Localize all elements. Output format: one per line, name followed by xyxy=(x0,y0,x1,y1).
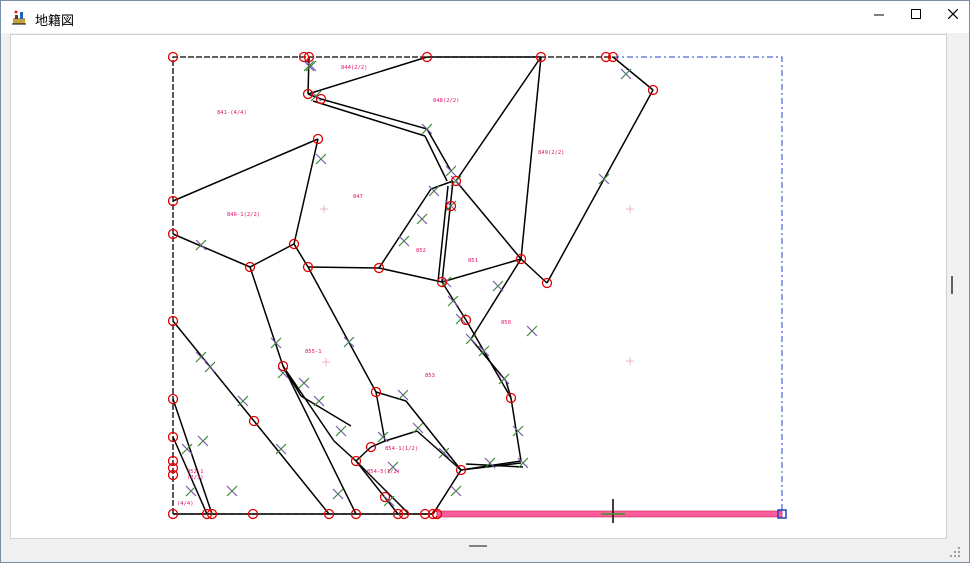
reference-plus-icon xyxy=(320,205,328,213)
cadastral-map-app-icon xyxy=(12,10,26,25)
cross-marker-icon xyxy=(335,425,347,437)
title-bar[interactable]: 地籍図 xyxy=(1,1,969,33)
parcel-line xyxy=(172,233,251,268)
minimize-icon xyxy=(874,14,884,16)
cross-marker-icon xyxy=(526,325,538,337)
cross-marker-icon xyxy=(620,68,632,80)
parcel-label: 850 xyxy=(501,320,511,326)
cross-markers xyxy=(181,60,632,507)
parcel-line xyxy=(520,258,548,284)
close-icon xyxy=(948,9,958,19)
cross-marker-icon xyxy=(492,280,504,292)
cross-marker-icon xyxy=(598,173,610,185)
cross-marker-icon xyxy=(204,361,216,373)
cross-marker-icon xyxy=(313,395,325,407)
vertical-splitter-grip[interactable] xyxy=(951,276,953,294)
parcel-label: 852 xyxy=(416,248,426,254)
window-title: 地籍図 xyxy=(35,14,75,29)
parcel-line xyxy=(307,266,377,393)
parcel-line xyxy=(249,243,295,268)
map-canvas[interactable]: 844(2/2) 841-(4/4) 848(2/2) 849(2/2) 847 846-… xyxy=(10,34,947,539)
cross-marker-icon xyxy=(305,60,317,72)
cross-marker-icon xyxy=(421,123,433,135)
parcel-line xyxy=(282,365,357,515)
parcel-line xyxy=(249,266,284,367)
cross-marker-icon xyxy=(197,435,209,447)
parcel-line xyxy=(405,400,462,471)
parcel-label: 846-1(2/2) xyxy=(227,212,260,218)
cross-marker-icon xyxy=(315,153,327,165)
minimize-button[interactable] xyxy=(859,1,899,27)
parcel-label: 855-1 xyxy=(305,349,322,355)
parcel-label: 841-(4/4) xyxy=(217,110,247,116)
cross-marker-icon xyxy=(298,377,310,389)
parcel-label: (2/3) xyxy=(187,475,204,481)
parcel-label: 853 xyxy=(425,373,435,379)
reference-plus-icon xyxy=(626,205,634,213)
parcel-line xyxy=(293,138,319,245)
parcel-label: 854-1(1/2) xyxy=(385,446,418,452)
parcel-line xyxy=(430,180,454,190)
cross-marker-icon xyxy=(185,485,197,497)
parcel-line xyxy=(172,138,319,202)
maximize-button[interactable] xyxy=(896,1,936,27)
cross-marker-icon xyxy=(226,485,238,497)
reference-plus-icon xyxy=(322,358,330,366)
parcel-line xyxy=(441,281,467,321)
parcel-label: 851 xyxy=(468,258,478,264)
parcel-line xyxy=(455,56,542,182)
parcel-line xyxy=(355,446,372,462)
reference-plus-icon xyxy=(626,357,634,365)
parcel-line xyxy=(282,365,335,442)
parcel-line xyxy=(384,430,418,442)
parcel-line xyxy=(378,188,432,269)
parcel-line xyxy=(546,89,654,284)
cross-marker-icon xyxy=(237,395,249,407)
cross-marker-icon xyxy=(332,488,344,500)
parcel-line xyxy=(378,267,443,283)
dashed-frame xyxy=(613,56,783,514)
parcel-line xyxy=(307,266,380,269)
parcel-line xyxy=(455,180,522,260)
parcel-label: 849(2/2) xyxy=(538,150,565,156)
parcel-line xyxy=(520,56,542,260)
parcel-line xyxy=(300,395,352,427)
parcel-labels: 844(2/2) 841-(4/4) 848(2/2) 849(2/2) 847 846-… xyxy=(177,65,634,507)
parcel-line xyxy=(312,100,426,137)
resize-grip-icon[interactable] xyxy=(949,546,961,558)
cross-marker-icon xyxy=(343,336,355,348)
cadastral-map[interactable]: 844(2/2) 841-(4/4) 848(2/2) 849(2/2) 847 846-… xyxy=(11,35,946,538)
parcel-line xyxy=(307,56,428,95)
cross-marker-icon xyxy=(416,213,428,225)
cross-marker-icon xyxy=(450,485,462,497)
cross-marker-icon xyxy=(512,425,524,437)
dashed-frame-line xyxy=(613,56,783,514)
parcel-label: 848(2/2) xyxy=(433,98,460,104)
maximize-icon xyxy=(911,9,921,19)
app-window: 地籍図 844(2/2) 841-(4/4) 848(2/2) 849(2/2) 847… xyxy=(0,0,970,563)
close-button[interactable] xyxy=(933,1,970,27)
cross-marker-icon xyxy=(447,295,459,307)
parcel-line xyxy=(375,391,386,442)
parcel-line xyxy=(416,430,462,471)
parcel-label: 854-5(1/2) xyxy=(367,469,400,475)
parcel-line xyxy=(320,98,428,130)
parcel-label: 844(2/2) xyxy=(341,65,368,71)
cross-marker-icon xyxy=(397,389,409,401)
parcel-label: 847 xyxy=(353,194,363,200)
cross-marker-icon xyxy=(465,333,477,345)
parcel-line xyxy=(172,398,213,515)
cross-marker-icon xyxy=(195,351,207,363)
cross-marker-icon xyxy=(445,165,457,177)
parcel-label: (4/4) xyxy=(177,501,194,507)
cross-marker-icon xyxy=(398,235,410,247)
parcel-line xyxy=(470,338,507,382)
parcel-line xyxy=(612,56,654,91)
horizontal-splitter-grip[interactable] xyxy=(469,545,487,547)
